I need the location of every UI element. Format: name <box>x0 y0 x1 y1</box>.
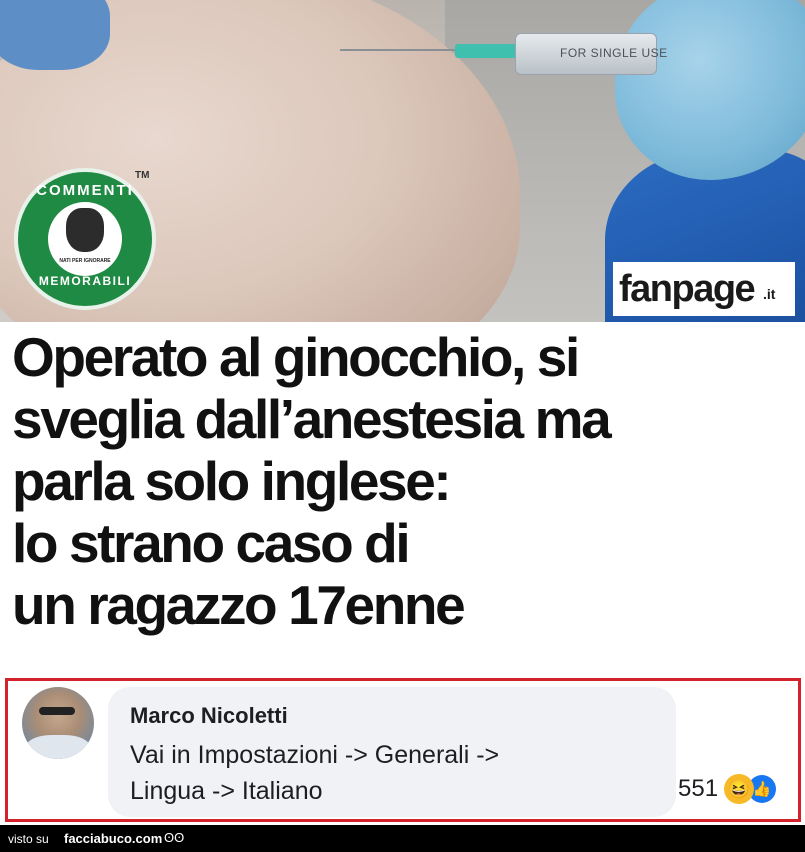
bearded-face-icon <box>66 208 104 252</box>
badge-top-text: COMMENTI <box>36 182 134 199</box>
comment-text: Vai in Impostazioni -> Generali -> Lingu… <box>130 737 650 809</box>
avatar-shirt <box>26 735 90 759</box>
comment-bubble: Marco Nicoletti Vai in Impostazioni -> G… <box>108 687 676 817</box>
fanpage-logo-suffix: .it <box>763 286 776 302</box>
gloved-hand <box>615 0 805 180</box>
trademark-mark: TM <box>135 170 150 181</box>
reaction-count: 551 <box>678 775 719 802</box>
headline-line: parla solo inglese: <box>12 450 452 512</box>
haha-icon: 😆 <box>724 774 755 804</box>
footer-bar: visto su facciabuco.com ʘʘ <box>0 825 805 852</box>
headline-line: un ragazzo 17enne <box>12 574 466 636</box>
article-headline: Operato al ginocchio, si sveglia dall’an… <box>12 326 797 636</box>
patient-sleeve <box>0 0 110 70</box>
headline-line: Operato al ginocchio, si <box>12 326 580 388</box>
comment-text-line: Vai in Impostazioni -> Generali -> <box>130 741 500 769</box>
comment-text-line: Lingua -> Italiano <box>130 777 323 805</box>
fanpage-logo: fanpage .it <box>613 262 795 316</box>
reaction-summary[interactable]: 551 😆 👍 <box>678 773 777 805</box>
headline-line: sveglia dall’anestesia ma <box>12 388 612 450</box>
footer-site-link[interactable]: facciabuco.com <box>64 831 162 846</box>
comment-author[interactable]: Marco Nicoletti <box>130 703 288 729</box>
badge-center-text: NATI PER IGNORARE <box>59 258 111 264</box>
avatar[interactable] <box>22 687 94 759</box>
sunglasses-icon <box>39 707 75 715</box>
article-photo: FOR SINGLE USE COMMENTI NATI PER IGNORAR… <box>0 0 805 322</box>
footer-prefix: visto su <box>8 832 49 846</box>
commenti-memorabili-badge: COMMENTI NATI PER IGNORARE MEMORABILI <box>14 168 156 310</box>
syringe-hub <box>455 44 520 58</box>
syringe-label: FOR SINGLE USE <box>560 46 668 60</box>
highlighted-comment: Marco Nicoletti Vai in Impostazioni -> G… <box>5 678 801 822</box>
eyes-icon: ʘʘ <box>164 830 185 845</box>
badge-bottom-text: MEMORABILI <box>38 274 132 288</box>
fanpage-logo-main: fanpage <box>619 268 756 310</box>
syringe-needle <box>340 49 460 51</box>
headline-line: lo strano caso di <box>12 512 411 574</box>
